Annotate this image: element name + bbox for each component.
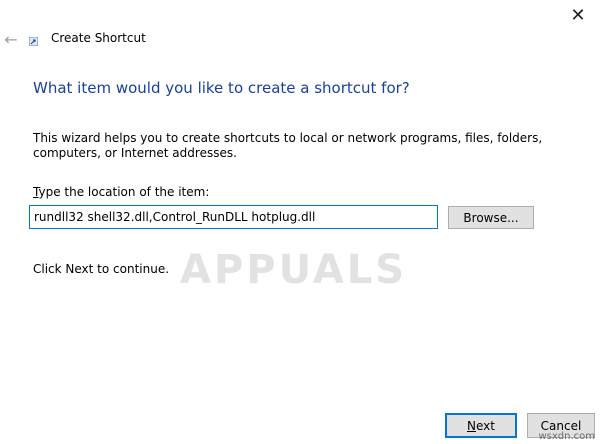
- wizard-description: This wizard helps you to create shortcut…: [33, 131, 543, 160]
- close-icon: ✕: [570, 4, 586, 26]
- location-label: Type the location of the item:: [33, 185, 209, 199]
- location-input[interactable]: [29, 205, 438, 229]
- site-watermark: wsxdn.com: [538, 431, 595, 442]
- wizard-heading: What item would you like to create a sho…: [33, 79, 410, 97]
- window-title: Create Shortcut: [51, 31, 146, 45]
- next-button[interactable]: Next: [445, 413, 517, 438]
- next-label-text: ext: [476, 418, 495, 433]
- location-label-text: ype the location of the item:: [38, 185, 210, 199]
- close-button[interactable]: ✕: [555, 0, 601, 30]
- browse-button[interactable]: Browse...: [448, 206, 534, 229]
- next-mnemonic: N: [467, 418, 476, 433]
- shortcut-wizard-icon: [29, 37, 38, 46]
- arrow-left-icon: ←: [4, 29, 18, 49]
- continue-text: Click Next to continue.: [33, 262, 170, 276]
- watermark-logo: APPUALS: [180, 247, 408, 293]
- back-button[interactable]: ←: [0, 29, 22, 49]
